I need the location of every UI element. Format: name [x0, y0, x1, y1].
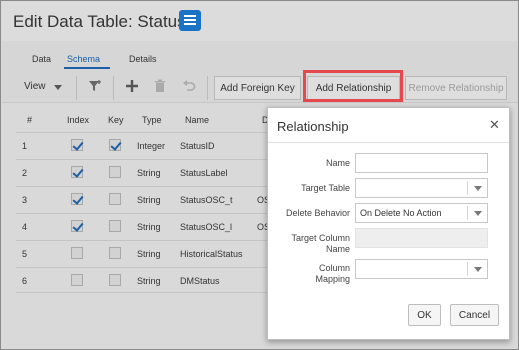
view-menu-button[interactable]: View — [24, 81, 46, 92]
type-cell: String — [137, 222, 161, 232]
key-checkbox[interactable] — [109, 247, 121, 259]
index-checkbox[interactable] — [71, 247, 83, 259]
page-header: Edit Data Table: Status — [2, 2, 518, 41]
column-mapping-label-line1: Column — [318, 263, 350, 273]
row-number: 1 — [22, 141, 28, 151]
app-window: Edit Data Table: Status Data Schema Deta… — [0, 0, 519, 350]
key-checkbox[interactable] — [109, 166, 121, 178]
target-column-label-line2: Name — [325, 244, 350, 254]
column-header-name[interactable]: Name — [185, 115, 209, 125]
index-checkbox[interactable] — [71, 166, 83, 178]
column-header-index[interactable]: Index — [67, 115, 89, 125]
name-cell: HistoricalStatus — [180, 249, 243, 259]
ok-button[interactable]: OK — [408, 304, 441, 326]
filter-icon[interactable] — [88, 79, 102, 95]
target-column-name-field — [355, 228, 488, 248]
name-cell: StatusOSC_t — [180, 195, 233, 205]
key-checkbox[interactable] — [109, 274, 121, 286]
type-cell: String — [137, 195, 161, 205]
trash-icon[interactable] — [154, 79, 166, 95]
delete-behavior-select[interactable]: On Delete No Action — [355, 203, 488, 223]
key-checkbox[interactable] — [109, 139, 121, 151]
dialog-title: Relationship — [277, 119, 349, 134]
target-column-label-line1: Target Column — [291, 233, 350, 243]
delete-behavior-value: On Delete No Action — [360, 208, 442, 218]
tab-details[interactable]: Details — [129, 54, 157, 64]
tab-bar: Data Schema Details — [2, 41, 518, 69]
toolbar-divider — [76, 76, 77, 100]
table-row[interactable]: 1 Integer StatusID — [16, 132, 286, 158]
index-checkbox[interactable] — [71, 274, 83, 286]
row-number: 2 — [22, 168, 28, 178]
target-table-select[interactable] — [355, 178, 488, 198]
delete-behavior-label: Delete Behavior — [285, 208, 350, 218]
column-header-type[interactable]: Type — [142, 115, 162, 125]
table-row[interactable]: 6 String DMStatus — [16, 267, 286, 293]
name-cell: StatusOSC_l — [180, 222, 233, 232]
select-divider — [467, 181, 468, 195]
page-title: Edit Data Table: Status — [13, 12, 186, 31]
tab-data[interactable]: Data — [32, 54, 51, 64]
target-column-label: Target Column Name — [268, 233, 350, 255]
toolbar-divider — [113, 76, 114, 100]
relationship-dialog: Relationship ✕ Name Target Table Delete … — [267, 107, 510, 340]
type-cell: Integer — [137, 141, 166, 151]
column-mapping-label-line2: Mapping — [315, 274, 350, 284]
table-row[interactable]: 4 String StatusOSC_l OS — [16, 213, 286, 239]
chevron-down-icon — [474, 186, 482, 191]
table-row[interactable]: 2 String StatusLabel — [16, 159, 286, 185]
chevron-down-icon — [474, 211, 482, 216]
row-number: 4 — [22, 222, 28, 232]
target-table-label: Target Table — [301, 183, 350, 193]
close-icon[interactable]: ✕ — [489, 117, 500, 133]
name-input[interactable] — [355, 153, 488, 173]
select-divider — [467, 206, 468, 220]
dialog-divider — [268, 142, 509, 143]
type-cell: String — [137, 249, 161, 259]
name-label: Name — [325, 158, 350, 168]
table-row[interactable]: 5 String HistoricalStatus — [16, 240, 286, 266]
chevron-down-icon — [474, 267, 482, 272]
plus-icon[interactable] — [125, 79, 139, 95]
undo-icon[interactable] — [182, 79, 196, 95]
tab-schema[interactable]: Schema — [67, 54, 100, 64]
column-header-key[interactable]: Key — [108, 115, 124, 125]
key-checkbox[interactable] — [109, 193, 121, 205]
name-cell: StatusLabel — [180, 168, 228, 178]
column-mapping-label: Column Mapping — [268, 263, 350, 285]
key-checkbox[interactable] — [109, 220, 121, 232]
chevron-down-icon — [54, 85, 62, 90]
toolbar: View Add Foreign Key Add Relationship Re… — [2, 69, 518, 103]
table-row[interactable]: 3 String StatusOSC_t OS — [16, 186, 286, 212]
type-cell: String — [137, 276, 161, 286]
index-checkbox[interactable] — [71, 220, 83, 232]
index-checkbox[interactable] — [71, 193, 83, 205]
type-cell: String — [137, 168, 161, 178]
add-foreign-key-button[interactable]: Add Foreign Key — [214, 76, 301, 100]
column-mapping-select[interactable] — [355, 259, 488, 279]
index-checkbox[interactable] — [71, 139, 83, 151]
remove-relationship-button[interactable]: Remove Relationship — [405, 76, 507, 100]
name-cell: StatusID — [180, 141, 215, 151]
select-divider — [467, 262, 468, 276]
table-icon[interactable] — [179, 10, 201, 31]
highlight-box — [303, 70, 403, 102]
row-number: 3 — [22, 195, 28, 205]
name-cell: DMStatus — [180, 276, 220, 286]
cancel-button[interactable]: Cancel — [450, 304, 499, 326]
column-header-number[interactable]: # — [27, 115, 32, 125]
toolbar-divider — [207, 76, 208, 100]
row-number: 5 — [22, 249, 28, 259]
row-number: 6 — [22, 276, 28, 286]
